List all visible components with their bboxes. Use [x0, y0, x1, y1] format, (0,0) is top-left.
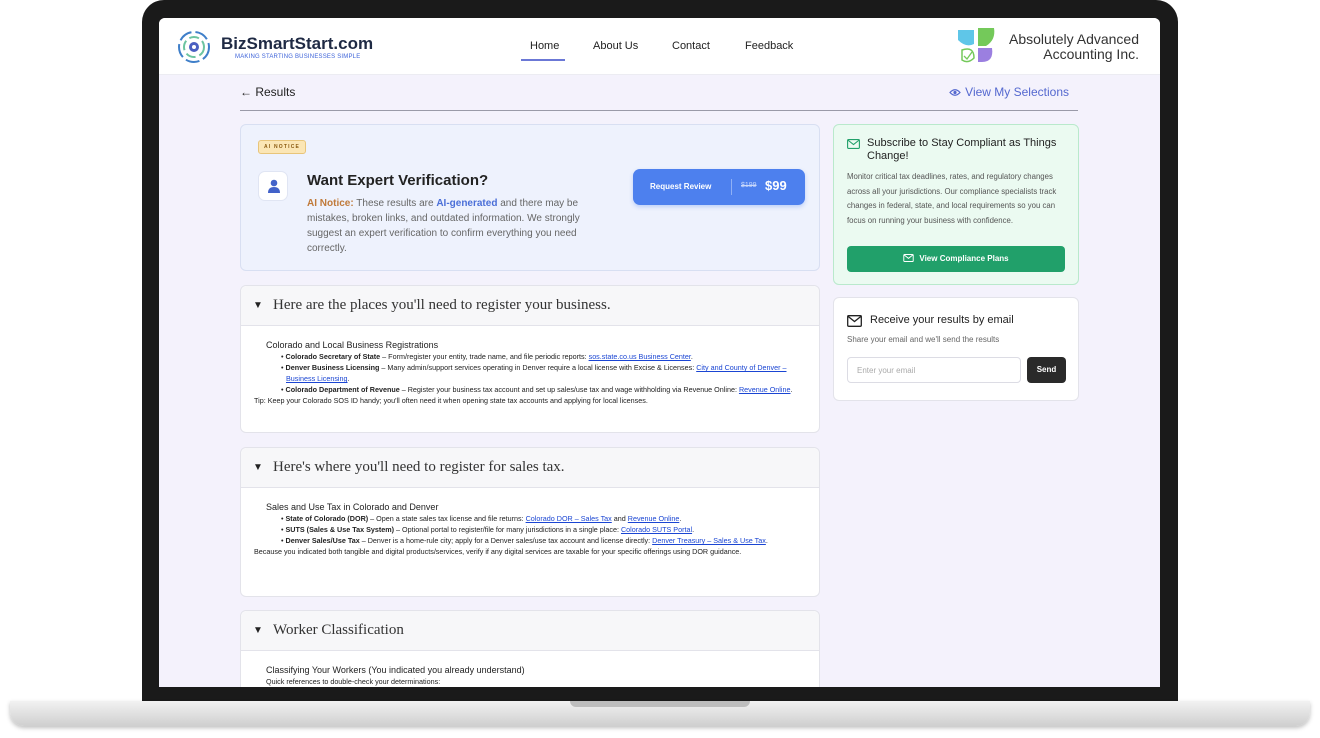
mail-icon: [903, 254, 915, 263]
register-business-header[interactable]: ▼ Here are the places you'll need to reg…: [241, 286, 819, 326]
bullet-name: State of Colorado (DOR): [285, 514, 369, 523]
bullet-name: Denver Business Licensing: [285, 363, 380, 372]
results-bar: ← Results View My Selections: [240, 84, 1078, 111]
sales-tax-body: Sales and Use Tax in Colorado and Denver…: [254, 501, 796, 557]
subscribe-title: Subscribe to Stay Compliant as Things Ch…: [867, 137, 1057, 162]
bullet-text: – Optional portal to register/file for m…: [394, 525, 621, 534]
partner-name: Absolutely Advanced Accounting Inc.: [1007, 32, 1139, 62]
sales-tax-section: ▼ Here's where you'll need to register f…: [240, 447, 820, 597]
view-selections-label: View My Selections: [965, 85, 1069, 99]
partner-name-line2: Accounting Inc.: [1043, 46, 1139, 62]
partner-name-line1: Absolutely Advanced: [1009, 31, 1139, 47]
request-review-button[interactable]: Request Review $199 $99: [633, 169, 805, 205]
list-item: • State of Colorado (DOR) – Open a state…: [281, 514, 682, 523]
list-item: • Denver Sales/Use Tax – Denver is a hom…: [281, 536, 768, 545]
dor-sales-tax-link[interactable]: Colorado DOR – Sales Tax: [526, 514, 612, 523]
workers-sub: Quick references to double-check your de…: [266, 677, 441, 686]
ai-notice-label: AI Notice:: [307, 198, 354, 209]
back-label: Results: [255, 85, 296, 99]
person-icon: [268, 179, 280, 193]
sales-tax-title: Here's where you'll need to register for…: [273, 459, 565, 475]
revenue-online-link[interactable]: Revenue Online: [628, 514, 680, 523]
list-item: • Colorado Secretary of State – Form/reg…: [281, 352, 693, 361]
subscribe-text: Monitor critical tax deadlines, rates, a…: [847, 172, 1057, 225]
arrow-left-icon: ←: [240, 85, 252, 99]
worker-classification-title: Worker Classification: [273, 622, 404, 638]
nav-contact[interactable]: Contact: [672, 40, 710, 52]
ai-notice-card: AI NOTICE Want Expert Verification? AI N…: [240, 124, 820, 271]
bullet-text: – Register your business tax account and…: [399, 385, 739, 394]
partner-logo-icon: [958, 28, 995, 63]
triangle-down-icon: ▼: [253, 625, 263, 636]
list-item: • Denver Business Licensing – Many admin…: [281, 363, 787, 383]
sos-business-center-link[interactable]: sos.state.co.us Business Center: [589, 352, 691, 361]
nav-active-indicator: [521, 59, 565, 61]
ai-notice-badge: AI NOTICE: [258, 140, 307, 154]
list-item: • SUTS (Sales & Use Tax System) – Option…: [281, 525, 695, 534]
bullet-text: – Denver is a home-rule city; apply for …: [359, 536, 653, 545]
register-business-section: ▼ Here are the places you'll need to reg…: [240, 285, 820, 433]
bullet-name: Denver Sales/Use Tax: [285, 536, 360, 545]
bullet-name: Colorado Secretary of State: [285, 352, 381, 361]
brand-logo-icon[interactable]: [175, 29, 213, 65]
worker-classification-section: ▼ Worker Classification Classifying Your…: [240, 610, 820, 687]
eye-icon: [949, 89, 961, 96]
bullet-text: and: [611, 514, 628, 523]
revenue-online-link[interactable]: Revenue Online: [739, 385, 791, 394]
back-link[interactable]: ← Results: [240, 85, 295, 99]
request-review-label: Request Review: [650, 182, 712, 191]
new-price: $99: [765, 178, 787, 193]
register-heading: Colorado and Local Business Registration…: [266, 340, 439, 350]
email-subtitle: Share your email and we'll send the resu…: [847, 335, 1000, 344]
suts-portal-link[interactable]: Colorado SUTS Portal: [621, 525, 692, 534]
top-nav: BizSmartStart.com MAKING STARTING BUSINE…: [159, 18, 1160, 75]
sales-tax-note: Because you indicated both tangible and …: [254, 547, 742, 556]
brand-title[interactable]: BizSmartStart.com: [221, 34, 373, 54]
mail-icon: [847, 139, 860, 149]
register-business-title: Here are the places you'll need to regis…: [273, 297, 611, 313]
ai-generated-highlight: AI-generated: [436, 198, 498, 209]
price-divider: [731, 179, 732, 195]
view-compliance-plans-label: View Compliance Plans: [919, 254, 1009, 263]
mail-icon: [847, 315, 862, 327]
bullet-text: – Open a state sales tax license and fil…: [368, 514, 526, 523]
sales-tax-heading: Sales and Use Tax in Colorado and Denver: [266, 502, 439, 512]
worker-classification-body: Classifying Your Workers (You indicated …: [266, 664, 796, 687]
bullet-text: – Form/register your entity, trade name,…: [380, 352, 589, 361]
email-title: Receive your results by email: [870, 314, 1014, 326]
triangle-down-icon: ▼: [253, 300, 263, 311]
bullet-name: Colorado Department of Revenue: [285, 385, 400, 394]
bullet-name: SUTS (Sales & Use Tax System): [285, 525, 395, 534]
register-business-body: Colorado and Local Business Registration…: [254, 339, 796, 406]
ai-notice-text: AI Notice: These results are AI-generate…: [307, 196, 607, 256]
triangle-down-icon: ▼: [253, 462, 263, 473]
bullet-text: – Many admin/support services operating …: [379, 363, 697, 372]
ai-notice-text-1: These results are: [353, 198, 437, 209]
nav-feedback[interactable]: Feedback: [745, 40, 793, 52]
screen: BizSmartStart.com MAKING STARTING BUSINE…: [159, 18, 1160, 687]
subscribe-card: Subscribe to Stay Compliant as Things Ch…: [833, 124, 1079, 285]
sales-tax-header[interactable]: ▼ Here's where you'll need to register f…: [241, 448, 819, 488]
ai-notice-title: Want Expert Verification?: [307, 172, 489, 189]
brand-tagline: MAKING STARTING BUSINESSES SIMPLE: [235, 54, 361, 60]
list-item: • Colorado Department of Revenue – Regis…: [281, 385, 793, 394]
denver-treasury-link[interactable]: Denver Treasury – Sales & Use Tax: [652, 536, 766, 545]
old-price: $199: [741, 182, 757, 189]
expert-avatar: [258, 171, 288, 201]
email-field[interactable]: [847, 357, 1021, 383]
view-compliance-plans-button[interactable]: View Compliance Plans: [847, 246, 1065, 272]
laptop-notch: [570, 701, 750, 707]
workers-heading: Classifying Your Workers (You indicated …: [266, 665, 525, 675]
view-selections-link[interactable]: View My Selections: [949, 85, 1069, 99]
worker-classification-header[interactable]: ▼ Worker Classification: [241, 611, 819, 651]
register-tip: Tip: Keep your Colorado SOS ID handy; yo…: [254, 396, 648, 405]
nav-home[interactable]: Home: [530, 40, 559, 52]
nav-about-us[interactable]: About Us: [593, 40, 638, 52]
send-button[interactable]: Send: [1027, 357, 1066, 383]
email-results-card: Receive your results by email Share your…: [833, 297, 1079, 401]
